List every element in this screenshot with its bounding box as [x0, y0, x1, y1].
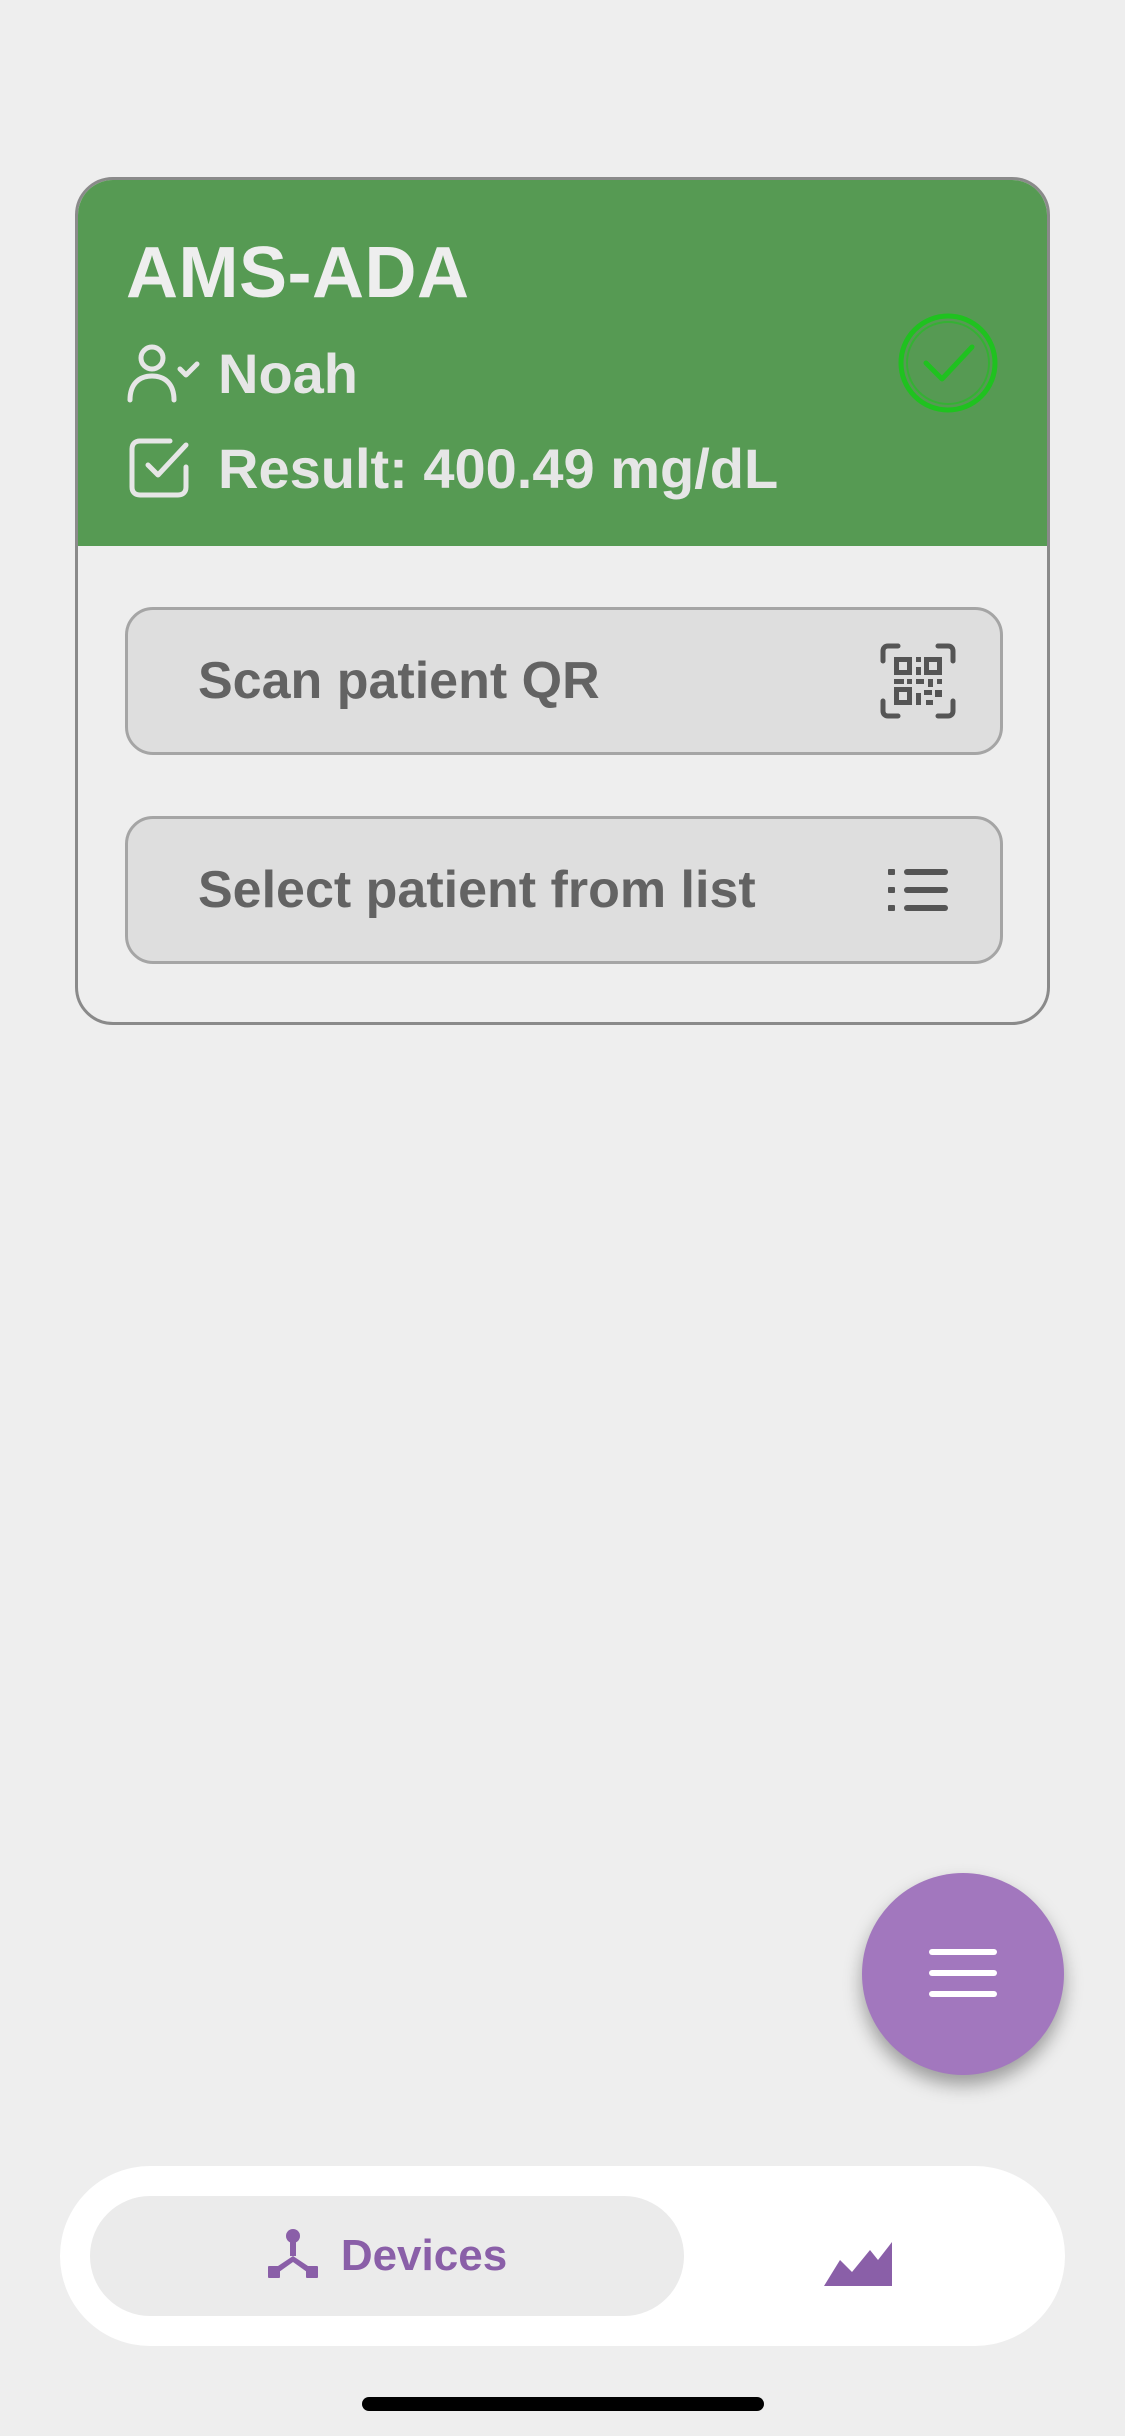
select-patient-from-list-button[interactable]: Select patient from list — [125, 816, 1003, 964]
patient-row: Noah — [126, 338, 358, 408]
home-indicator — [362, 2397, 764, 2411]
patient-name: Noah — [218, 341, 358, 405]
device-card-header: AMS-ADA Noah Result: 400.49 mg/dL — [78, 180, 1047, 546]
select-patient-from-list-label: Select patient from list — [198, 861, 756, 919]
device-card: AMS-ADA Noah Result: 400.49 mg/dL Scan p… — [75, 177, 1050, 1025]
devices-network-icon — [267, 2228, 319, 2285]
qr-code-scan-icon — [880, 643, 956, 719]
chart-area-icon — [824, 2242, 892, 2286]
user-check-icon — [126, 338, 206, 408]
hamburger-menu-icon — [929, 1949, 997, 1997]
result-value: Result: 400.49 mg/dL — [218, 436, 779, 500]
tab-chart[interactable] — [818, 2216, 898, 2296]
result-row: Result: 400.49 mg/dL — [126, 433, 778, 503]
bottom-navigation: Devices — [60, 2166, 1065, 2346]
status-check-icon — [898, 313, 998, 413]
tab-devices[interactable]: Devices — [90, 2196, 684, 2316]
checkbox-checked-icon — [126, 433, 206, 503]
device-name: AMS-ADA — [126, 233, 470, 313]
menu-fab-button[interactable] — [862, 1873, 1064, 2075]
tab-devices-label: Devices — [340, 2231, 508, 2280]
list-icon — [880, 852, 956, 928]
scan-patient-qr-button[interactable]: Scan patient QR — [125, 607, 1003, 755]
scan-patient-qr-label: Scan patient QR — [198, 652, 600, 710]
